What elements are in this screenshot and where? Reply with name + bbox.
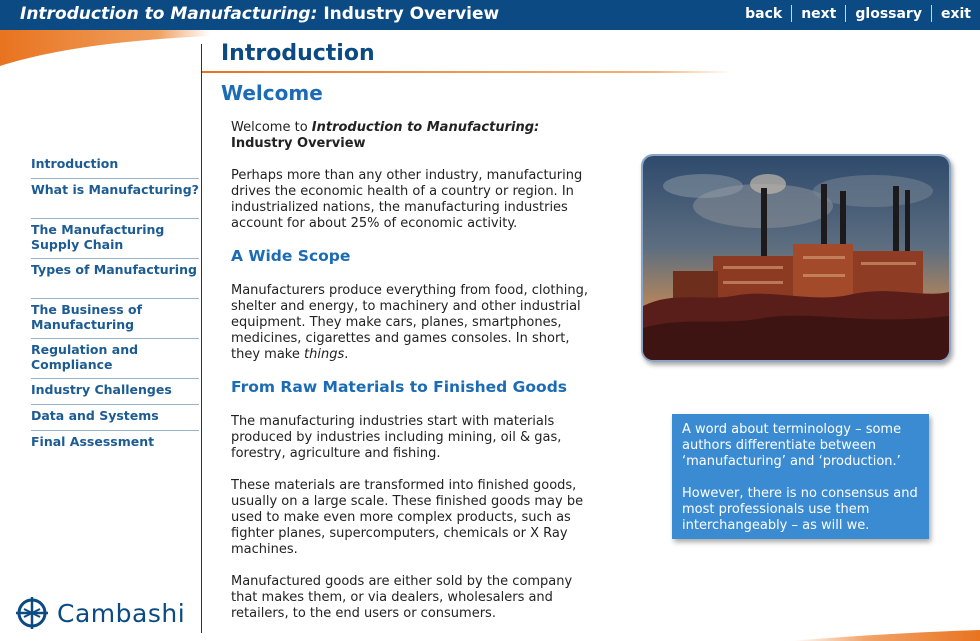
glossary-button[interactable]: glossary [846,6,931,22]
sidebar-item-introduction[interactable]: Introduction [31,153,199,179]
sidebar-divider [201,44,202,633]
sidebar-item-types-of-manufacturing[interactable]: Types of Manufacturing [31,259,199,299]
scope-paragraph: Manufacturers produce everything from fo… [231,283,601,363]
intro-paragraph: Perhaps more than any other industry, ma… [231,168,583,231]
main-content: Welcome to Introduction to Manufacturing… [231,120,601,638]
note-paragraph-1: A word about terminology – some authors … [682,422,902,469]
orange-swoosh-decoration [0,30,210,66]
course-title: Introduction to Manufacturing: Industry … [20,4,499,24]
note-paragraph-2: However, there is no consensus and most … [682,486,918,533]
cambashi-logo: Cambashi [15,596,185,630]
course-title-italic: Introduction to Manufacturing: [20,4,318,24]
scope-things: things [304,347,345,362]
next-button[interactable]: next [792,6,845,22]
welcome-course-subtitle: Industry Overview [231,136,366,151]
sidebar-item-industry-challenges[interactable]: Industry Challenges [31,379,199,405]
raw-paragraph-2: These materials are transformed into fin… [231,478,584,557]
welcome-paragraph: Welcome to Introduction to Manufacturing… [231,120,601,152]
title-underline [202,71,732,73]
raw-paragraph-1: The manufacturing industries start with … [231,414,562,461]
bottom-orange-decoration [790,630,980,641]
raw-paragraph-3: Manufactured goods are either sold by th… [231,574,573,621]
welcome-course-title: Introduction to Manufacturing: [311,120,540,135]
scope-text: Manufacturers produce everything from fo… [231,283,588,362]
sidebar-item-regulation-and-compliance[interactable]: Regulation and Compliance [31,339,199,379]
heading-wide-scope: A Wide Scope [231,247,351,265]
sidebar-item-supply-chain[interactable]: The Manufacturing Supply Chain [31,219,199,259]
course-title-rest: Industry Overview [317,4,500,24]
sidebar-menu: Introduction What is Manufacturing? The … [31,153,199,457]
sidebar-item-business-of-manufacturing[interactable]: The Business of Manufacturing [31,299,199,339]
heading-raw-materials: From Raw Materials to Finished Goods [231,378,568,396]
top-header-bar: Introduction to Manufacturing: Industry … [0,0,980,30]
welcome-prefix: Welcome to [231,120,312,135]
scope-end: . [344,347,349,362]
factory-photo [641,154,951,362]
factory-illustration [643,156,949,360]
cambashi-logo-icon [16,597,48,629]
terminology-note: A word about terminology – some authors … [672,414,929,539]
section-title: Welcome [221,81,323,105]
sidebar-item-what-is-manufacturing[interactable]: What is Manufacturing? [31,179,199,219]
top-nav: back next glossary exit [736,5,980,22]
exit-button[interactable]: exit [932,6,980,22]
sidebar-item-data-and-systems[interactable]: Data and Systems [31,405,199,431]
logo-text: Cambashi [57,598,186,628]
sidebar-item-final-assessment[interactable]: Final Assessment [31,431,199,457]
page-title: Introduction [221,41,375,66]
back-button[interactable]: back [736,6,791,22]
